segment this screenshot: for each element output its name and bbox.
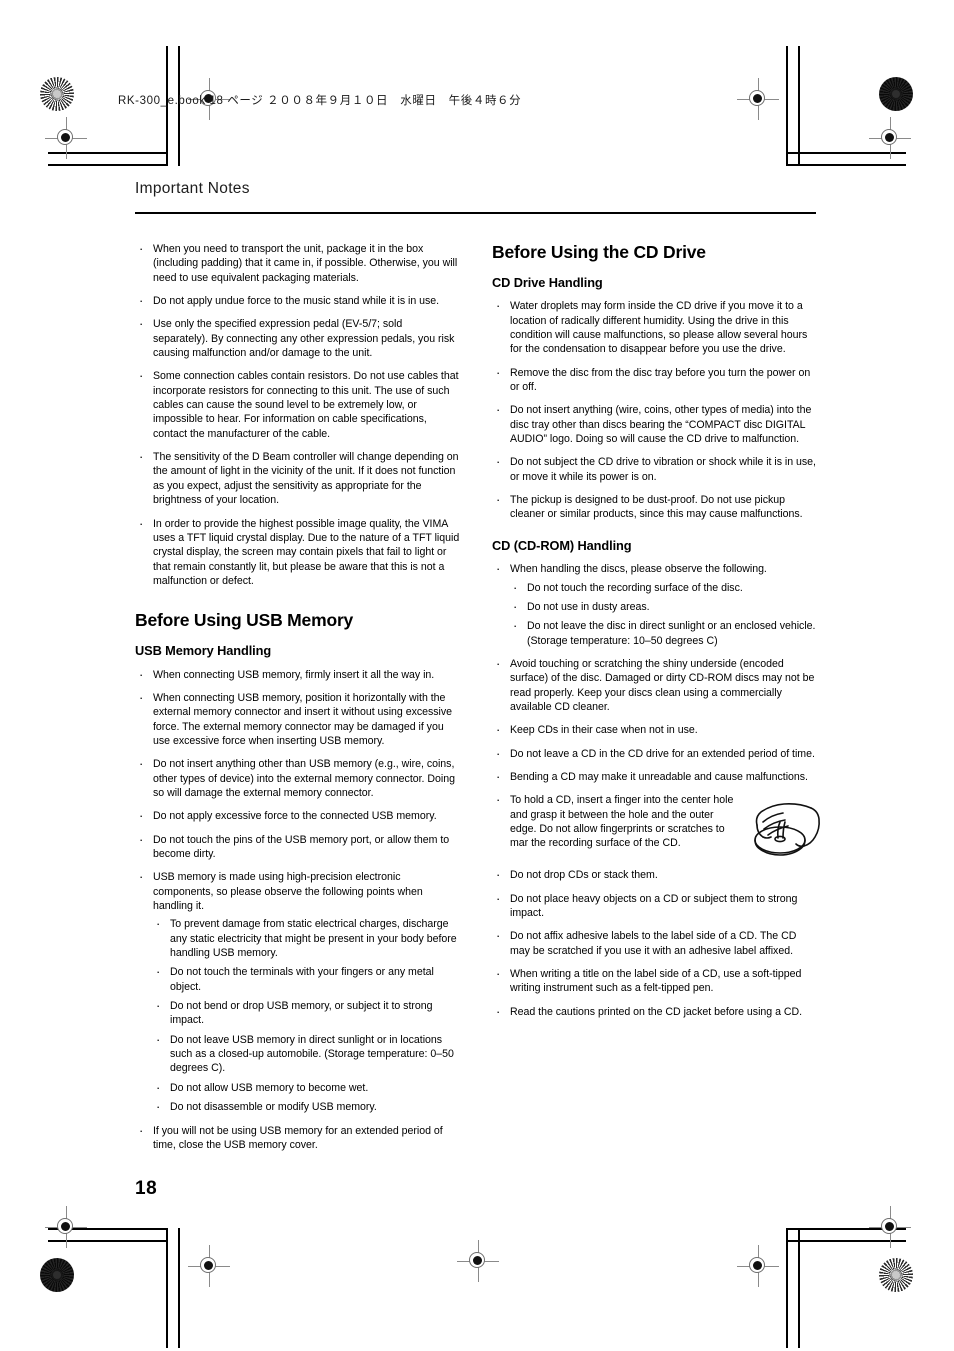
sub-list-item: Do not touch the terminals with your fin… <box>153 964 460 994</box>
section-heading-usb-memory: Before Using USB Memory <box>135 610 354 631</box>
list-item-hold-cd: To hold a CD, insert a finger into the c… <box>492 792 820 859</box>
list-item: When writing a title on the label side o… <box>492 966 817 996</box>
halftone-target-top-left <box>40 77 74 111</box>
document-page: RK-300_e.book 18 ページ ２００８年９月１０日 水曜日 午後４時… <box>0 0 954 1351</box>
list-item-text: USB memory is made using high-precision … <box>153 871 423 913</box>
crop-mark-tr-horizontal-2 <box>786 164 906 166</box>
crop-mark-bl-vertical <box>166 1228 168 1348</box>
halftone-target-top-right <box>879 77 913 111</box>
section-heading-cd-drive: Before Using the CD Drive <box>492 242 706 262</box>
list-item-with-subitems: When handling the discs, please observe … <box>492 561 817 648</box>
right-column: Before Using the CD Drive CD Drive Handl… <box>492 242 820 1028</box>
list-item: When you need to transport the unit, pac… <box>135 241 460 285</box>
registration-mark-bottom-right-inner <box>869 1206 911 1248</box>
subsection-heading-usb-memory-handling: USB Memory Handling <box>135 643 272 659</box>
halftone-target-bottom-right <box>879 1258 913 1292</box>
left-column: When you need to transport the unit, pac… <box>135 241 460 1161</box>
header-divider <box>135 212 816 214</box>
list-item: Do not place heavy objects on a CD or su… <box>492 891 817 921</box>
list-item: Avoid touching or scratching the shiny u… <box>492 656 817 714</box>
sub-list-item: Do not use in dusty areas. <box>510 599 817 615</box>
usb-memory-bullet-list: When connecting USB memory, firmly inser… <box>135 667 460 1153</box>
sub-list-item: Do not leave the disc in direct sunlight… <box>510 618 817 648</box>
crop-mark-br-vertical-2 <box>798 1228 800 1348</box>
crop-mark-bl-vertical-2 <box>178 1228 180 1348</box>
list-item: The pickup is designed to be dust-proof.… <box>492 492 817 522</box>
crop-mark-tr-vertical <box>786 46 788 166</box>
usb-precision-sublist: To prevent damage from static electrical… <box>153 916 460 1115</box>
book-file-header: RK-300_e.book 18 ページ ２００８年９月１０日 水曜日 午後４時… <box>118 95 522 107</box>
running-head: Important Notes <box>135 180 250 197</box>
list-item: Do not leave a CD in the CD drive for an… <box>492 746 817 762</box>
halftone-target-bottom-left <box>40 1258 74 1292</box>
two-column-layout: When you need to transport the unit, pac… <box>135 241 820 1161</box>
crop-mark-tl-horizontal-2 <box>48 164 168 166</box>
list-item: If you will not be using USB memory for … <box>135 1123 460 1153</box>
list-item: Some connection cables contain resistors… <box>135 368 460 441</box>
list-item: When connecting USB memory, firmly inser… <box>135 667 460 683</box>
page-number: 18 <box>135 1178 158 1199</box>
page-content: Important Notes When you need to transpo… <box>135 180 820 1161</box>
list-item: Water droplets may form inside the CD dr… <box>492 298 817 356</box>
registration-mark-top-left-inner <box>45 117 87 159</box>
cd-drive-bullet-list: Water droplets may form inside the CD dr… <box>492 298 817 522</box>
intro-bullet-list: When you need to transport the unit, pac… <box>135 241 460 589</box>
list-item: Do not touch the pins of the USB memory … <box>135 832 460 862</box>
cdrom-handling-sublist: Do not touch the recording surface of th… <box>510 579 817 648</box>
list-item-with-subitems: USB memory is made using high-precision … <box>135 869 460 1115</box>
list-item: Do not drop CDs or stack them. <box>492 867 817 883</box>
subsection-heading-cd-drive-handling: CD Drive Handling <box>492 275 603 290</box>
sub-list-item: Do not disassemble or modify USB memory. <box>153 1099 460 1115</box>
list-item-text: When handling the discs, please observe … <box>510 563 767 576</box>
cdrom-bullet-list: When handling the discs, please observe … <box>492 561 820 1020</box>
registration-mark-bottom-right-outer <box>737 1245 779 1287</box>
sub-list-item: Do not touch the recording surface of th… <box>510 579 817 595</box>
subsection-heading-cdrom-handling: CD (CD-ROM) Handling <box>492 537 632 553</box>
crop-mark-tr-vertical-2 <box>798 46 800 166</box>
hand-holding-cd-icon <box>749 795 823 859</box>
registration-mark-bottom-left-outer <box>188 1245 230 1287</box>
sub-list-item: To prevent damage from static electrical… <box>153 916 460 960</box>
list-item: Remove the disc from the disc tray befor… <box>492 365 817 395</box>
list-item: Do not apply excessive force to the conn… <box>135 808 460 824</box>
list-item: Keep CDs in their case when not in use. <box>492 722 817 738</box>
list-item: Do not subject the CD drive to vibration… <box>492 454 817 484</box>
list-item-text: To hold a CD, insert a finger into the c… <box>510 794 734 850</box>
list-item: Read the cautions printed on the CD jack… <box>492 1004 817 1020</box>
list-item: The sensitivity of the D Beam controller… <box>135 449 460 507</box>
list-item: Do not insert anything (wire, coins, oth… <box>492 402 817 446</box>
list-item: Do not affix adhesive labels to the labe… <box>492 928 817 958</box>
registration-mark-bottom-center <box>457 1240 499 1282</box>
list-item: Do not insert anything other than USB me… <box>135 756 460 800</box>
registration-mark-bottom-left-inner <box>45 1206 87 1248</box>
list-item: Use only the specified expression pedal … <box>135 316 460 360</box>
registration-mark-top-right-outer <box>737 78 779 120</box>
list-item: Do not apply undue force to the music st… <box>135 293 460 309</box>
sub-list-item: Do not leave USB memory in direct sunlig… <box>153 1032 460 1076</box>
list-item: When connecting USB memory, position it … <box>135 690 460 748</box>
list-item: Bending a CD may make it unreadable and … <box>492 769 817 785</box>
list-item: In order to provide the highest possible… <box>135 516 460 589</box>
crop-mark-br-vertical <box>786 1228 788 1348</box>
sub-list-item: Do not bend or drop USB memory, or subje… <box>153 998 460 1028</box>
sub-list-item: Do not allow USB memory to become wet. <box>153 1080 460 1096</box>
registration-mark-top-right-inner <box>869 117 911 159</box>
